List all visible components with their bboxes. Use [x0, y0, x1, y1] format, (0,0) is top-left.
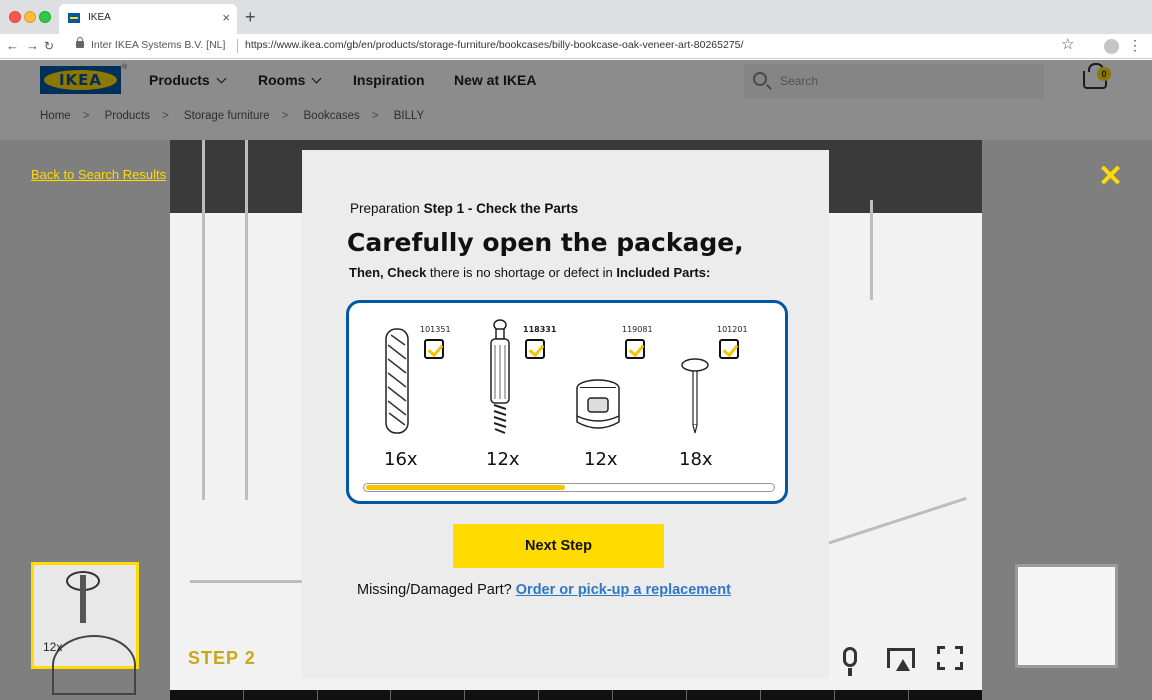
thumbnail-qty: 12x	[43, 640, 63, 654]
step-thumbnail[interactable]: 12x	[31, 562, 139, 695]
part-code: 118331	[523, 325, 557, 334]
part-checkbox[interactable]	[625, 339, 645, 359]
address-bar: ← → ↻ Inter IKEA Systems B.V. [NL] https…	[0, 34, 1152, 59]
wooden-dowel-icon	[385, 328, 409, 434]
minimize-window-button[interactable]	[24, 11, 36, 23]
part-quantity: 18x	[679, 449, 713, 470]
check-progress-bar	[363, 483, 775, 492]
forward-button[interactable]: →	[26, 38, 39, 54]
part-checkbox[interactable]	[424, 339, 444, 359]
part-checkbox[interactable]	[525, 339, 545, 359]
part-code: 119081	[622, 325, 653, 334]
step-label: STEP 2	[188, 648, 256, 668]
part-code: 101351	[420, 325, 451, 334]
part-item: 119081 12x	[569, 303, 679, 473]
lock-icon[interactable]	[76, 37, 84, 48]
part-quantity: 12x	[486, 449, 520, 470]
browser-window: IKEA × + ← → ↻ Inter IKEA Systems B.V. […	[0, 0, 1152, 700]
illustration-panel-edge	[202, 140, 205, 500]
header-dim-overlay	[0, 60, 1152, 140]
included-parts-panel: 101351 16x 118331 12x 119081 12x 101201 …	[346, 300, 788, 504]
nail-icon	[681, 358, 709, 434]
bookmark-star-icon[interactable]: ☆	[1061, 37, 1074, 53]
browser-menu-icon[interactable]: ⋮	[1128, 37, 1142, 53]
tab-close-icon[interactable]: ×	[222, 10, 230, 26]
url-field[interactable]: https://www.ikea.com/gb/en/products/stor…	[245, 39, 743, 51]
airplay-icon[interactable]	[887, 648, 915, 671]
tab-bar: IKEA × +	[0, 0, 1152, 34]
dialog-subtitle: Preparation Step 1 - Check the Parts	[350, 201, 578, 216]
close-window-button[interactable]	[9, 11, 21, 23]
illustration-shelf-edge	[823, 496, 967, 547]
missing-part-line: Missing/Damaged Part? Order or pick-up a…	[357, 582, 731, 598]
part-item: 118331 12x	[459, 303, 569, 473]
part-quantity: 16x	[384, 449, 418, 470]
ikea-favicon-icon	[68, 13, 80, 23]
new-tab-button[interactable]: +	[245, 7, 256, 27]
browser-tab[interactable]: IKEA ×	[59, 4, 237, 34]
illustration-panel-edge	[870, 200, 873, 300]
progress-fill	[366, 485, 565, 490]
instructions-then: Then, Check	[349, 265, 427, 280]
dialog-instructions: Then, Check there is no shortage or defe…	[349, 265, 710, 280]
cam-lock-nut-icon	[576, 379, 620, 429]
order-replacement-link[interactable]: Order or pick-up a replacement	[516, 582, 731, 598]
fullscreen-icon[interactable]	[937, 646, 963, 670]
maximize-window-button[interactable]	[39, 11, 51, 23]
tab-title: IKEA	[88, 12, 111, 23]
reload-button[interactable]: ↻	[44, 38, 54, 54]
microphone-icon[interactable]	[843, 647, 857, 676]
back-button[interactable]: ←	[6, 38, 19, 54]
profile-avatar[interactable]	[1104, 39, 1119, 54]
part-quantity: 12x	[584, 449, 618, 470]
step-strip	[170, 690, 982, 700]
next-step-button[interactable]: Next Step	[453, 524, 664, 568]
part-code: 101201	[717, 325, 748, 334]
back-to-search-link[interactable]: Back to Search Results	[31, 167, 166, 182]
part-checkbox[interactable]	[719, 339, 739, 359]
instructions-parts: Included Parts:	[616, 265, 711, 280]
check-parts-dialog: Preparation Step 1 - Check the Parts Car…	[302, 150, 829, 679]
next-step-preview[interactable]	[1015, 564, 1118, 668]
missing-part-text: Missing/Damaged Part?	[357, 582, 512, 598]
dialog-heading: Carefully open the package,	[347, 228, 744, 257]
cam-bolt-icon	[490, 319, 510, 434]
close-icon[interactable]: ✕	[1098, 162, 1123, 192]
part-item: 101201 18x	[679, 303, 789, 473]
part-item: 101351 16x	[349, 303, 459, 473]
instructions-middle: there is no shortage or defect in	[429, 265, 613, 280]
thumbnail-drawing	[52, 635, 136, 695]
screwdriver-icon	[80, 575, 86, 623]
url-divider	[237, 39, 238, 53]
site-identity[interactable]: Inter IKEA Systems B.V. [NL]	[91, 39, 225, 51]
dialog-step-title: Step 1 - Check the Parts	[423, 201, 579, 216]
illustration-panel-edge	[245, 140, 248, 500]
dialog-prefix: Preparation	[350, 201, 420, 216]
